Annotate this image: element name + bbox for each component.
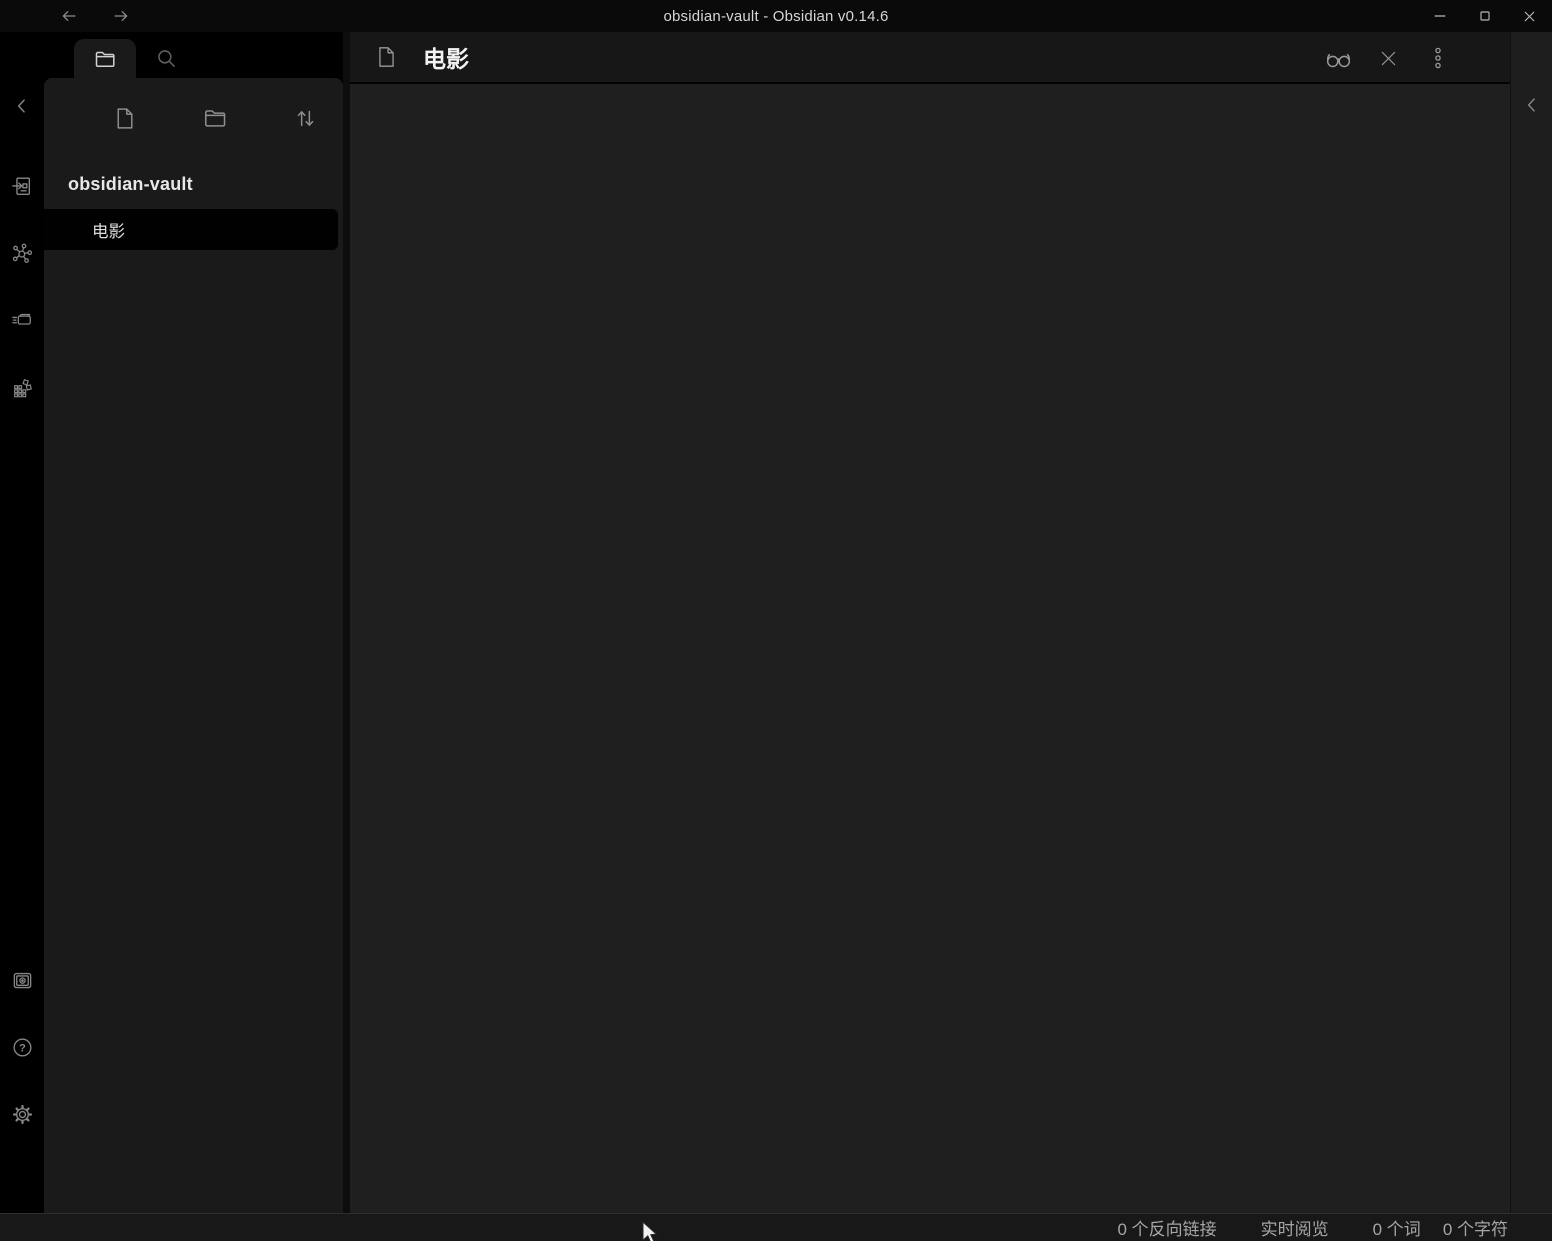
close-icon	[1521, 8, 1538, 25]
three-dots-vertical-icon	[1428, 46, 1448, 70]
arrow-left-icon	[59, 6, 79, 26]
command-palette-icon	[11, 309, 33, 331]
settings-button[interactable]	[0, 1094, 44, 1134]
explorer-toolbar	[102, 96, 327, 140]
chevron-left-icon	[1522, 95, 1542, 115]
random-note-button[interactable]	[0, 368, 44, 408]
close-pane-button[interactable]	[1374, 44, 1402, 72]
new-folder-button[interactable]	[193, 96, 237, 140]
history-forward-button[interactable]	[104, 3, 138, 29]
glasses-icon	[1325, 45, 1352, 72]
vault-name[interactable]: obsidian-vault	[68, 174, 193, 195]
help-button[interactable]: ?	[0, 1027, 44, 1067]
pane-title: 电影	[423, 40, 469, 74]
tab-file-explorer[interactable]	[74, 39, 136, 78]
command-palette-button[interactable]	[0, 300, 44, 340]
backlinks-count[interactable]: 0 个反向链接	[1117, 1215, 1216, 1240]
new-note-icon	[112, 106, 137, 131]
graph-view-icon	[11, 242, 33, 264]
graph-view-button[interactable]	[0, 233, 44, 273]
close-window-button[interactable]	[1507, 0, 1552, 32]
status-bar: 0 个反向链接 实时阅览 0 个词 0 个字符	[0, 1213, 1552, 1241]
collapse-left-sidebar-button[interactable]	[0, 86, 44, 126]
quick-switcher-icon	[11, 175, 33, 197]
new-folder-icon	[202, 105, 228, 131]
pane-actions	[1324, 32, 1452, 84]
window-title: obsidian-vault - Obsidian v0.14.6	[0, 8, 1552, 25]
svg-text:?: ?	[19, 1042, 26, 1054]
maximize-button[interactable]	[1462, 0, 1507, 32]
right-ribbon	[1510, 32, 1552, 1213]
word-char-counts: 0 个词 0 个字符	[1373, 1215, 1508, 1240]
search-icon	[155, 47, 178, 70]
reading-mode-button[interactable]	[1324, 44, 1352, 72]
editor-content[interactable]	[350, 84, 1510, 1213]
file-name: 电影	[92, 218, 125, 242]
pane-header: 电影	[350, 32, 1510, 84]
left-ribbon: ?	[0, 32, 44, 1213]
history-back-button[interactable]	[52, 3, 86, 29]
random-note-icon	[11, 377, 33, 399]
sort-order-button[interactable]	[283, 96, 327, 140]
expand-right-sidebar-button[interactable]	[1511, 85, 1552, 125]
document-icon	[376, 45, 397, 69]
window-controls	[1417, 0, 1552, 32]
close-pane-icon	[1378, 48, 1399, 69]
maximize-icon	[1477, 8, 1493, 24]
obsidian-window: obsidian-vault - Obsidian v0.14.6	[0, 0, 1552, 1241]
new-note-button[interactable]	[102, 96, 146, 140]
minimize-icon	[1431, 7, 1449, 25]
editor-pane: 电影	[350, 32, 1510, 1213]
edit-mode-toggle[interactable]: 实时阅览	[1261, 1215, 1329, 1240]
vault-icon	[11, 969, 34, 992]
more-options-button[interactable]	[1424, 44, 1452, 72]
minimize-button[interactable]	[1417, 0, 1462, 32]
file-row-selected[interactable]: 电影	[44, 209, 338, 250]
open-vault-button[interactable]	[0, 960, 44, 1000]
chevron-left-icon	[12, 96, 32, 116]
sort-arrows-icon	[293, 106, 318, 131]
char-count: 0 个字符	[1443, 1215, 1508, 1240]
help-icon: ?	[11, 1036, 34, 1059]
quick-switcher-button[interactable]	[0, 166, 44, 206]
arrow-right-icon	[111, 6, 131, 26]
word-count: 0 个词	[1373, 1215, 1421, 1240]
tab-search[interactable]	[140, 39, 192, 78]
titlebar: obsidian-vault - Obsidian v0.14.6	[0, 0, 1552, 32]
folder-icon	[93, 47, 117, 71]
sidebar-resize-handle[interactable]	[343, 32, 350, 1213]
file-explorer-panel: obsidian-vault 电影	[44, 78, 343, 1213]
gear-icon	[11, 1103, 34, 1126]
